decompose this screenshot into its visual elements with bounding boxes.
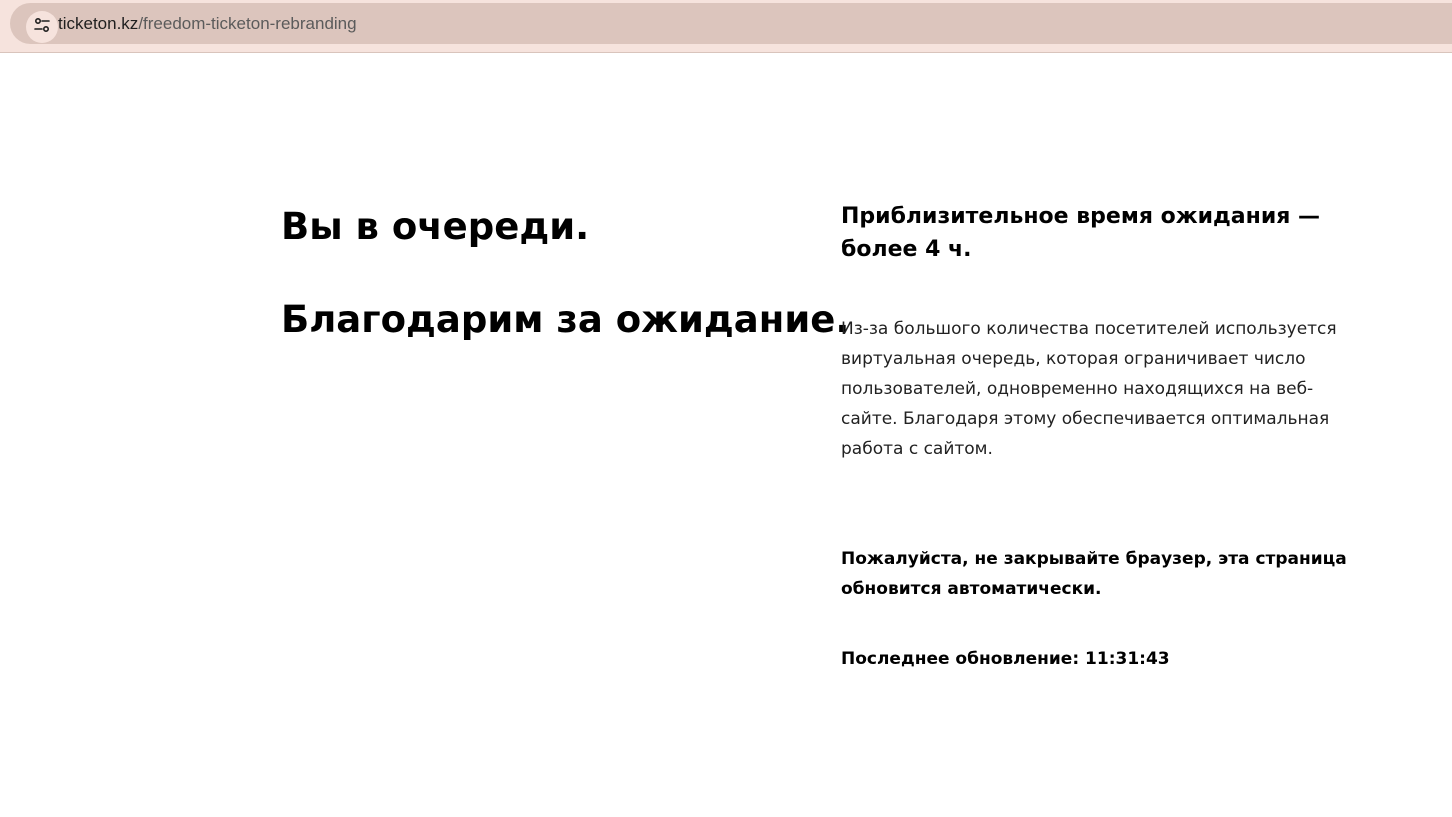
last-update-time: 11:31:43 (1085, 649, 1170, 669)
queue-description: Из-за большого количества посетителей ис… (841, 319, 1337, 459)
queue-headline: Вы в очереди. (281, 205, 590, 248)
site-info-button[interactable] (26, 11, 58, 43)
last-update: Последнее обновление: 11:31:43 (841, 644, 1361, 674)
queue-headlines: Вы в очереди. Благодарим за ожидание. (281, 203, 850, 344)
thanks-headline: Благодарим за ожидание. (281, 298, 850, 341)
url-host: ticketon.kz (58, 14, 139, 33)
do-not-close-notice: Пожалуйста, не закрывайте браузер, эта с… (841, 549, 1347, 599)
url-path: /freedom-ticketon-rebranding (138, 14, 357, 33)
last-update-label: Последнее обновление: (841, 649, 1080, 669)
queue-info: Приблизительное время ожидания — более 4… (841, 200, 1361, 674)
wait-time-title: Приблизительное время ожидания — более 4… (841, 204, 1321, 262)
url-text[interactable]: ticketon.kz/freedom-ticketon-rebranding (58, 14, 357, 34)
browser-toolbar: ticketon.kz/freedom-ticketon-rebranding (0, 0, 1452, 53)
tune-icon (33, 16, 51, 38)
